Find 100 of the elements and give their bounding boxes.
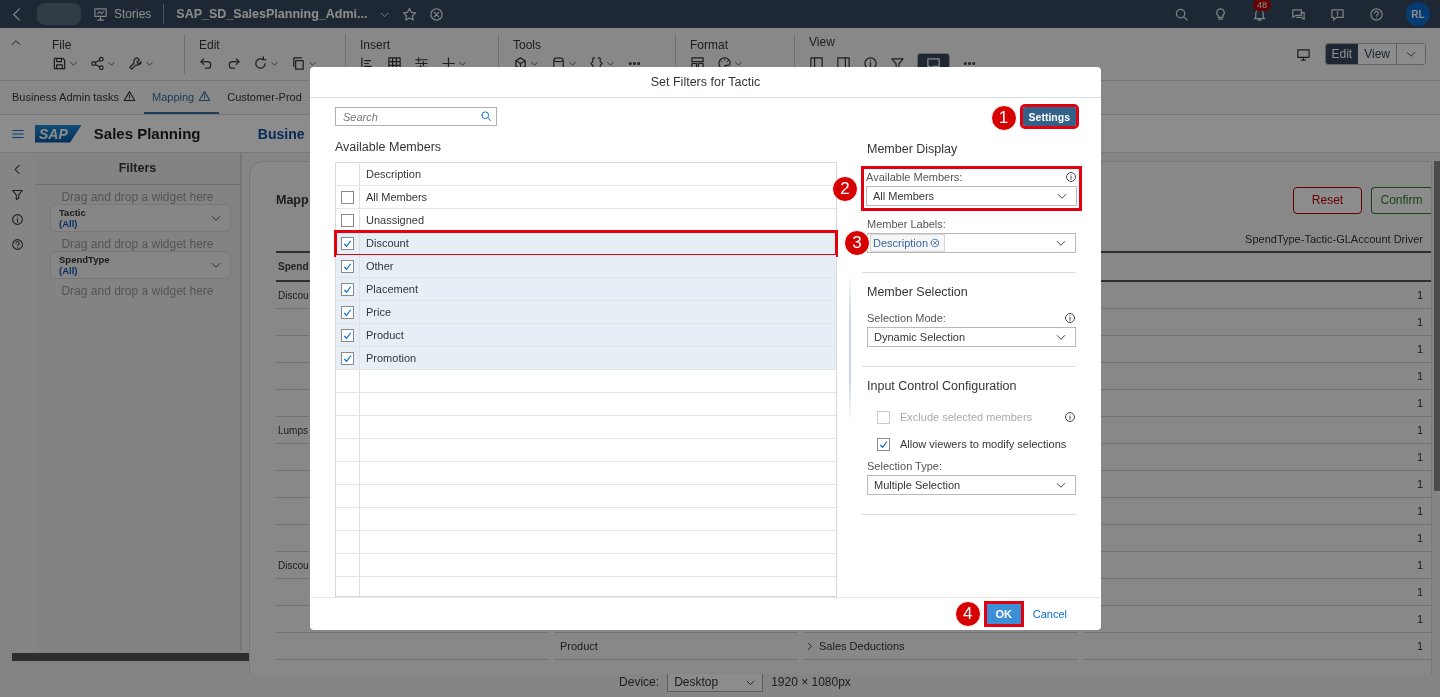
info-icon[interactable]	[1065, 171, 1077, 183]
dropdown-field[interactable]: All Members	[866, 186, 1077, 206]
redo-icon[interactable]	[226, 55, 241, 71]
save-icon[interactable]	[52, 55, 67, 71]
checkbox[interactable]	[341, 282, 354, 296]
star-icon[interactable]	[402, 6, 418, 22]
vertical-scrollbar[interactable]	[1434, 161, 1440, 491]
tools-icon[interactable]	[128, 55, 143, 71]
column-header: SpendType-Tactic-GLAccount Driver	[1244, 232, 1424, 245]
card-title: Mapp	[276, 193, 309, 207]
member-row[interactable]: All Members	[336, 186, 836, 209]
share-icon[interactable]	[90, 55, 105, 71]
section-title: Member Selection	[867, 285, 969, 299]
column-header: Spend	[277, 261, 309, 272]
checkbox[interactable]	[341, 190, 354, 204]
filter-label: Tactic	[59, 207, 87, 218]
reset-button[interactable]: Reset	[1293, 186, 1362, 214]
copy-icon[interactable]	[291, 55, 306, 71]
table-cell: 1	[1416, 424, 1423, 436]
toolbar-group-label: Format	[690, 37, 729, 52]
checkbox[interactable]	[877, 437, 890, 451]
dropdown-field[interactable]: Multiple Selection	[867, 475, 1076, 495]
settings-button[interactable]: Settings	[1022, 107, 1076, 126]
user-avatar[interactable]: RL	[1406, 2, 1430, 26]
device-dropdown[interactable]: Desktop	[667, 672, 764, 692]
page-tab[interactable]: Business Admin tasks	[4, 81, 144, 114]
chat-icon[interactable]	[1291, 6, 1306, 22]
mode-toggle[interactable]: View	[1358, 44, 1396, 64]
toolbar-group-label: View	[809, 35, 836, 49]
filter-dropdown[interactable]: SpendType (All)	[50, 251, 231, 279]
callout-number: 3	[844, 230, 870, 256]
story-title: SAP_SD_SalesPlanning_Admi...	[176, 7, 368, 21]
member-label: Placement	[365, 282, 419, 297]
table-cell: 1	[1416, 451, 1423, 463]
table-cell: Discou	[278, 559, 309, 571]
stories-link[interactable]: Stories	[114, 7, 152, 21]
remove-icon[interactable]	[930, 238, 941, 248]
table-cell: 1	[1416, 478, 1423, 490]
checkbox[interactable]	[341, 305, 354, 319]
member-row[interactable]: Placement	[336, 278, 836, 301]
table-cell: 1	[1416, 370, 1423, 382]
search-field[interactable]: Search	[335, 107, 497, 126]
member-label: Other	[365, 259, 395, 274]
search-icon[interactable]	[480, 110, 492, 122]
undo-icon[interactable]	[199, 55, 214, 71]
table-cell: 1	[1416, 397, 1423, 409]
member-label: Product	[365, 328, 405, 343]
close-icon[interactable]	[429, 6, 445, 22]
table-cell: 1	[1416, 289, 1423, 301]
toolbar-group-label: Tools	[513, 37, 542, 52]
token-field[interactable]: Description	[867, 233, 1076, 253]
toolbar-group-label: Insert	[360, 37, 391, 52]
callout-number: 4	[954, 601, 981, 627]
member-row[interactable]: Promotion	[336, 347, 836, 370]
checkbox[interactable]	[341, 213, 354, 227]
page-title: Busine	[257, 125, 305, 142]
table-cell: 1	[1416, 316, 1423, 328]
checkbox[interactable]	[341, 328, 354, 342]
table-cell: Product	[560, 640, 598, 652]
table-cell: 1	[1416, 532, 1423, 544]
device-label: Device:	[619, 675, 660, 689]
filter-value: (All)	[59, 218, 79, 229]
member-label: Promotion	[365, 351, 418, 366]
dropdown-field[interactable]: Dynamic Selection	[867, 327, 1076, 347]
checkbox[interactable]	[341, 259, 354, 273]
table-cell: 1	[1416, 640, 1423, 652]
member-row[interactable]: Price	[336, 301, 836, 324]
lightbulb-icon[interactable]	[1213, 6, 1228, 22]
checkbox[interactable]	[341, 351, 354, 365]
table-cell: 1	[1416, 343, 1423, 355]
sap-logo: SAP	[35, 124, 82, 143]
member-row[interactable]: Product	[336, 324, 836, 347]
info-icon[interactable]	[1064, 312, 1076, 324]
help-icon[interactable]	[11, 238, 24, 251]
filter-panel-title: Filters	[35, 153, 240, 185]
search-icon[interactable]	[1174, 6, 1189, 22]
table-cell: Lumps	[278, 424, 308, 436]
checkbox[interactable]	[341, 236, 354, 250]
section-title: Member Display	[867, 142, 959, 156]
app-title: Sales Planning	[93, 125, 202, 142]
section-title: Input Control Configuration	[867, 379, 1018, 393]
stories-icon	[93, 6, 108, 22]
monitor-icon[interactable]	[1295, 46, 1311, 62]
table-cell: 1	[1416, 559, 1423, 571]
mode-toggle[interactable]: Edit	[1325, 44, 1359, 64]
member-label: Price	[365, 305, 393, 320]
ok-button[interactable]: OK	[986, 604, 1021, 624]
callout-number: 1	[990, 104, 1017, 131]
cancel-button[interactable]: Cancel	[1032, 608, 1067, 620]
field-label: Selection Mode:	[867, 312, 946, 324]
confirm-button[interactable]: Confirm	[1371, 186, 1431, 214]
member-label: All Members	[365, 190, 429, 205]
callout-number: 2	[832, 175, 858, 202]
token[interactable]: Description	[870, 234, 946, 252]
refresh-icon[interactable]	[253, 55, 268, 71]
filter-value: (All)	[59, 265, 79, 276]
member-row[interactable]: Other	[336, 255, 836, 278]
toolbar-group-label: File	[52, 37, 73, 52]
feedback-icon[interactable]	[1330, 6, 1345, 22]
filter-dropdown[interactable]: Tactic (All)	[50, 204, 231, 232]
